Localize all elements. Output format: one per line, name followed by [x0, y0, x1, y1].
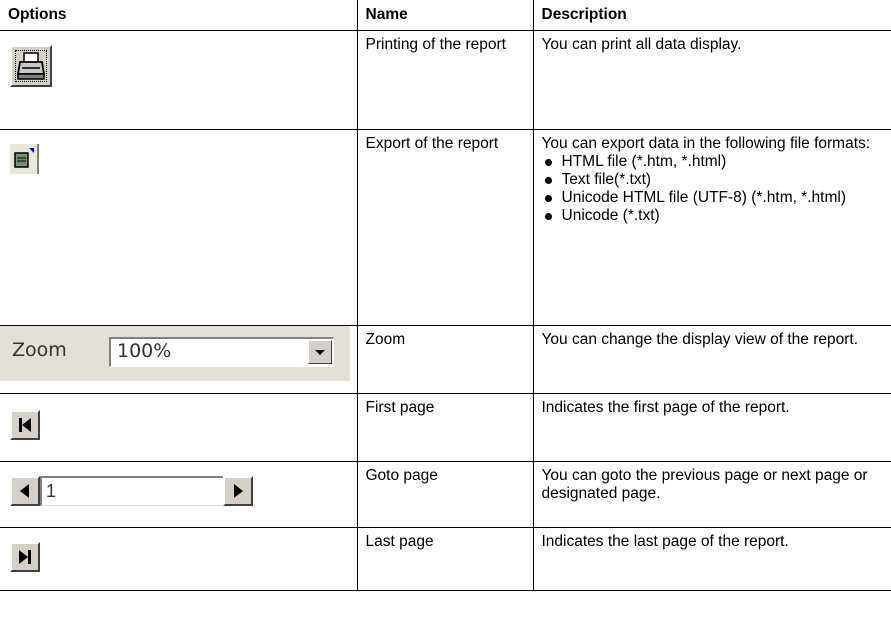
table-row-last-page: Last page Indicates the last page of the…	[0, 527, 891, 591]
zoom-dropdown-button[interactable]	[308, 340, 332, 364]
description-cell: Indicates the last page of the report.	[532, 527, 891, 591]
print-button[interactable]	[10, 45, 52, 87]
previous-page-icon	[20, 484, 29, 498]
chevron-down-icon	[315, 350, 325, 355]
options-table: Options Name Description Printing of the…	[0, 0, 891, 591]
last-page-icon	[19, 550, 31, 564]
list-item: Text file(*.txt)	[542, 171, 884, 189]
option-cell-print	[0, 30, 358, 130]
previous-page-button[interactable]	[10, 476, 40, 506]
zoom-control: Zoom 100%	[0, 326, 350, 381]
table-row-goto-page: 1 Goto page You can goto the previous pa…	[0, 461, 891, 528]
format-list: HTML file (*.htm, *.html) Text file(*.tx…	[542, 153, 884, 225]
option-cell-goto: 1	[0, 461, 358, 528]
table-row-zoom: Zoom 100% Zoom You can change the displa…	[0, 325, 891, 394]
name-cell: First page	[356, 393, 534, 462]
name-cell: Export of the report	[356, 129, 534, 326]
option-cell-last	[0, 527, 358, 591]
name-cell: Goto page	[356, 461, 534, 528]
description-cell: You can change the display view of the r…	[532, 325, 891, 394]
page-number-input[interactable]: 1	[40, 476, 223, 506]
zoom-label: Zoom	[12, 339, 67, 361]
description-cell: You can export data in the following fil…	[532, 129, 891, 326]
description-cell: You can print all data display.	[532, 30, 891, 130]
header-name: Name	[356, 0, 534, 31]
option-cell-export	[0, 129, 358, 326]
zoom-select[interactable]: 100%	[109, 337, 334, 367]
description-cell: Indicates the first page of the report.	[532, 393, 891, 462]
option-cell-first	[0, 393, 358, 462]
first-page-icon	[19, 418, 31, 432]
zoom-value: 100%	[117, 340, 172, 362]
list-item: HTML file (*.htm, *.html)	[542, 153, 884, 171]
first-page-button[interactable]	[10, 410, 40, 440]
printer-icon	[16, 52, 46, 80]
export-button[interactable]	[10, 144, 39, 174]
description-cell: You can goto the previous page or next p…	[532, 461, 891, 528]
table-row-export: Export of the report You can export data…	[0, 129, 891, 326]
export-icon	[14, 148, 34, 168]
header-options: Options	[0, 0, 358, 31]
option-cell-zoom: Zoom 100%	[0, 325, 358, 394]
name-cell: Last page	[356, 527, 534, 591]
last-page-button[interactable]	[10, 542, 40, 572]
table-row-print: Printing of the report You can print all…	[0, 30, 891, 130]
header-description: Description	[532, 0, 891, 31]
name-cell: Printing of the report	[356, 30, 534, 130]
next-page-button[interactable]	[223, 476, 253, 506]
export-intro: You can export data in the following fil…	[541, 135, 871, 152]
list-item: Unicode (*.txt)	[542, 207, 884, 225]
table-row-first-page: First page Indicates the first page of t…	[0, 393, 891, 462]
page-number-value: 1	[46, 481, 57, 501]
list-item: Unicode HTML file (UTF-8) (*.htm, *.html…	[542, 189, 884, 207]
name-cell: Zoom	[356, 325, 534, 394]
next-page-icon	[234, 484, 243, 498]
header-row: Options Name Description	[0, 0, 891, 31]
